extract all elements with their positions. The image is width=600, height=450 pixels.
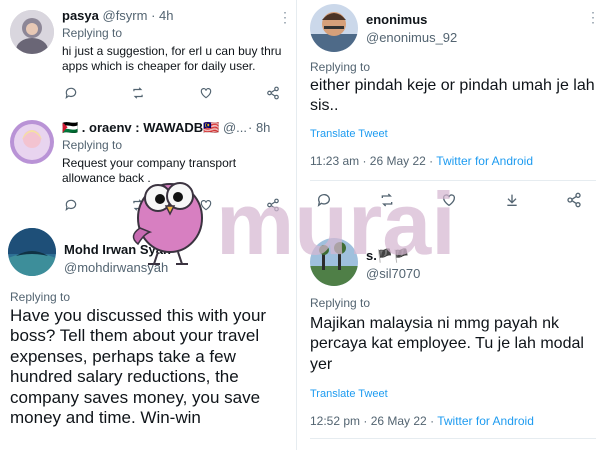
- replying-to: Replying to: [62, 26, 123, 40]
- avatar[interactable]: [310, 4, 358, 52]
- murai-watermark-logo: murai: [120, 168, 460, 278]
- handle[interactable]: @fsyrm: [103, 8, 148, 23]
- bird-mascot-icon: [132, 182, 203, 265]
- timestamp: · 4h: [151, 8, 174, 23]
- tweet-card-pasya[interactable]: pasya @fsyrm · 4h ⋮ Replying to hi just …: [0, 0, 292, 108]
- tweet-text: hi just a suggestion, for erl u can buy …: [62, 44, 282, 74]
- watermark-text: murai: [216, 174, 456, 273]
- source-link[interactable]: Twitter for Android: [437, 414, 534, 428]
- share-icon[interactable]: [566, 192, 582, 208]
- tweet-meta: 11:23 am · 26 May 22 · Twitter for Andro…: [310, 154, 533, 168]
- reply-icon[interactable]: [64, 86, 78, 100]
- timestamp: · 8h: [248, 120, 271, 135]
- reply-icon[interactable]: [64, 198, 78, 212]
- timestamp: 12:52 pm · 26 May 22 ·: [310, 414, 438, 428]
- more-icon[interactable]: ⋮: [278, 10, 292, 24]
- replying-to: Replying to: [10, 290, 71, 304]
- analytics-icon[interactable]: [504, 192, 520, 208]
- handle[interactable]: @...: [223, 120, 247, 135]
- replying-to: Replying to: [310, 296, 371, 310]
- replying-to: Replying to: [310, 60, 371, 74]
- tweet-text: Have you discussed this with your boss? …: [10, 306, 267, 427]
- tweet-meta: 12:52 pm · 26 May 22 · Twitter for Andro…: [310, 414, 534, 428]
- translate-tweet-link[interactable]: Translate Tweet: [310, 388, 388, 400]
- tweet-actions: [64, 86, 280, 100]
- handle[interactable]: @enonimus_92: [366, 30, 457, 45]
- timestamp: 11:23 am · 26 May 22 ·: [310, 154, 437, 168]
- divider: [310, 438, 596, 439]
- source-link[interactable]: Twitter for Android: [436, 154, 533, 168]
- display-name[interactable]: 🇵🇸 . oraenv : WAWADB🇲🇾 @...: [62, 120, 247, 136]
- share-icon[interactable]: [266, 86, 280, 100]
- retweet-icon[interactable]: [131, 86, 145, 100]
- avatar[interactable]: [8, 228, 56, 276]
- replying-to: Replying to: [62, 138, 123, 152]
- tweet-text: either pindah keje or pindah umah je lah…: [310, 77, 595, 115]
- like-icon[interactable]: [199, 86, 213, 100]
- display-name[interactable]: enonimus: [366, 12, 427, 27]
- display-name[interactable]: pasya @fsyrm · 4h: [62, 8, 174, 23]
- avatar[interactable]: [10, 10, 54, 54]
- avatar[interactable]: [10, 120, 54, 164]
- tweet-text: Majikan malaysia ni mmg payah nk percaya…: [310, 315, 584, 373]
- translate-tweet-link[interactable]: Translate Tweet: [310, 128, 388, 140]
- more-icon[interactable]: ⋮: [586, 10, 600, 24]
